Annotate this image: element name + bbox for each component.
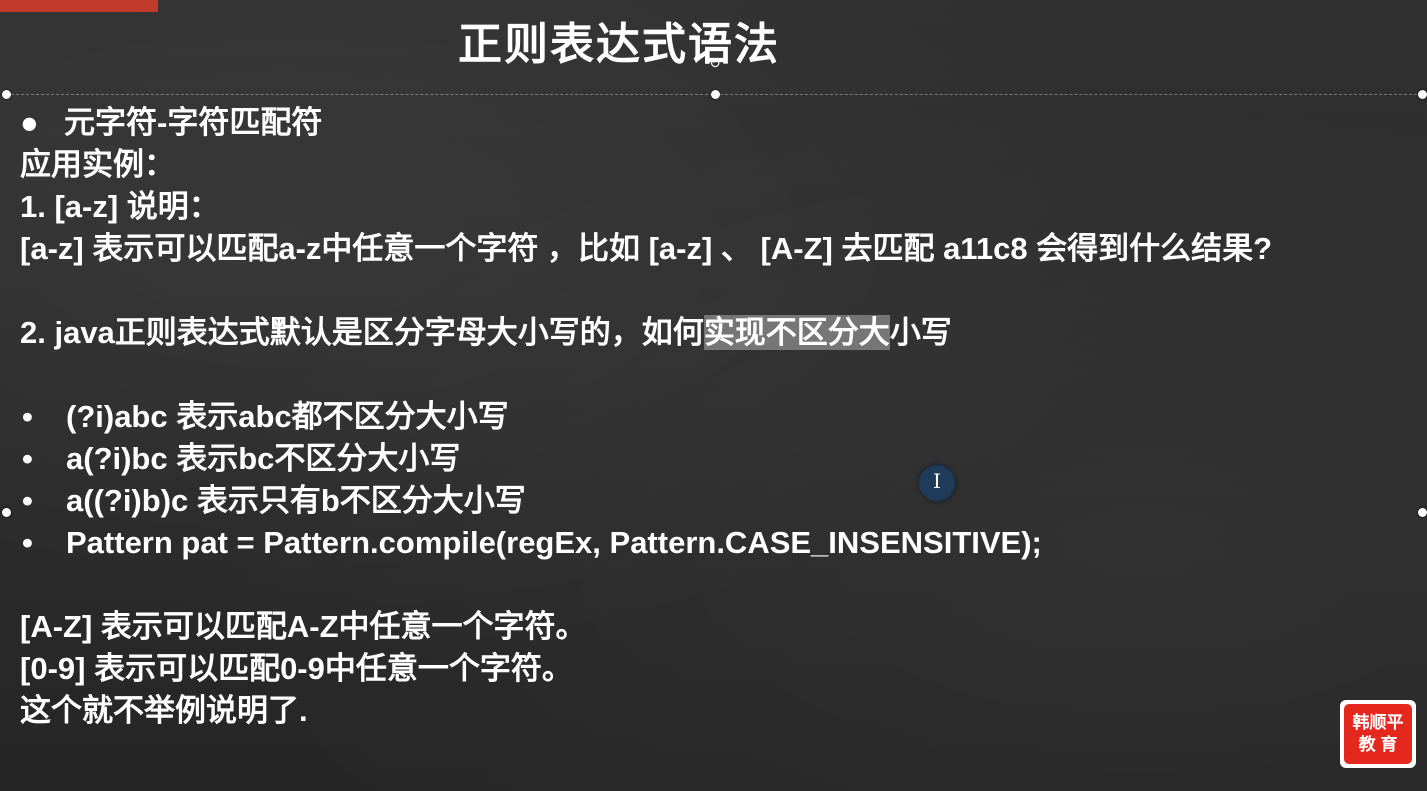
list-item: • Pattern pat = Pattern.compile(regEx, Pa…: [20, 522, 1400, 564]
bullet-icon: •: [22, 441, 33, 476]
item1-heading: 1. [a-z] 说明：: [20, 189, 220, 224]
item2-text-before: 2. java正则表达式默认是区分字母大小写的，如何: [20, 315, 704, 350]
resize-handle-middle-left[interactable]: [2, 508, 11, 517]
logo-badge: 韩顺平 教 育: [1344, 704, 1412, 764]
list-item: • a((?i)b)c 表示只有b不区分大小写: [20, 480, 1400, 522]
item1-description: [a-z] 表示可以匹配a-z中任意一个字符 ，比如 [a-z] 、 [A-Z]…: [20, 231, 1273, 266]
item2-text-highlighted: 实现不区分大: [703, 315, 890, 350]
app-example-label: 应用实例：: [20, 147, 175, 182]
resize-handle-middle-right[interactable]: [1418, 508, 1427, 517]
item2-text-after: 小写: [889, 315, 952, 350]
closing-line: 这个就不举例说明了.: [20, 693, 308, 728]
brand-logo: 韩顺平 教 育: [1340, 700, 1416, 768]
bullet-icon: •: [22, 483, 33, 518]
list-item: • (?i)abc 表示abc都不区分大小写: [20, 396, 1400, 438]
top-left-red-bar: [0, 0, 158, 12]
logo-line1: 韩顺平: [1352, 713, 1404, 732]
list-item-text: Pattern pat = Pattern.compile(regEx, Pat…: [66, 525, 1042, 560]
bullet-icon: •: [22, 399, 33, 434]
bullet-icon: •: [22, 525, 33, 560]
slide-title: 正则表达式语法: [458, 20, 780, 69]
az-upper-line: [A-Z] 表示可以匹配A-Z中任意一个字符。: [20, 609, 587, 644]
resize-handle-top-right[interactable]: [1418, 90, 1427, 99]
list-item-text: a(?i)bc 表示bc不区分大小写: [66, 441, 461, 476]
text-cursor-icon: I: [933, 469, 941, 493]
resize-handle-top-left[interactable]: [2, 90, 11, 99]
list-item-text: (?i)abc 表示abc都不区分大小写: [66, 399, 509, 434]
slide-text-box[interactable]: ● 元字符-字符匹配符 应用实例： 1. [a-z] 说明： [a-z] 表示可以…: [20, 102, 1400, 732]
logo-line2: 教 育: [1358, 735, 1398, 754]
item2-heading: 2. java正则表达式默认是区分字母大小写的，如何实现不区分大小写: [20, 312, 1400, 354]
list-item-text: a((?i)b)c 表示只有b不区分大小写: [66, 483, 526, 518]
bullet-icon: ●: [20, 105, 39, 140]
resize-handle-top-center[interactable]: [711, 90, 720, 99]
list-item: • a(?i)bc 表示bc不区分大小写: [20, 438, 1400, 480]
section-heading: ● 元字符-字符匹配符: [20, 102, 1400, 144]
rotate-handle-icon[interactable]: ↻: [707, 55, 723, 71]
section-title: 元字符-字符匹配符: [64, 105, 323, 140]
digits-line: [0-9] 表示可以匹配0-9中任意一个字符。: [20, 651, 573, 686]
